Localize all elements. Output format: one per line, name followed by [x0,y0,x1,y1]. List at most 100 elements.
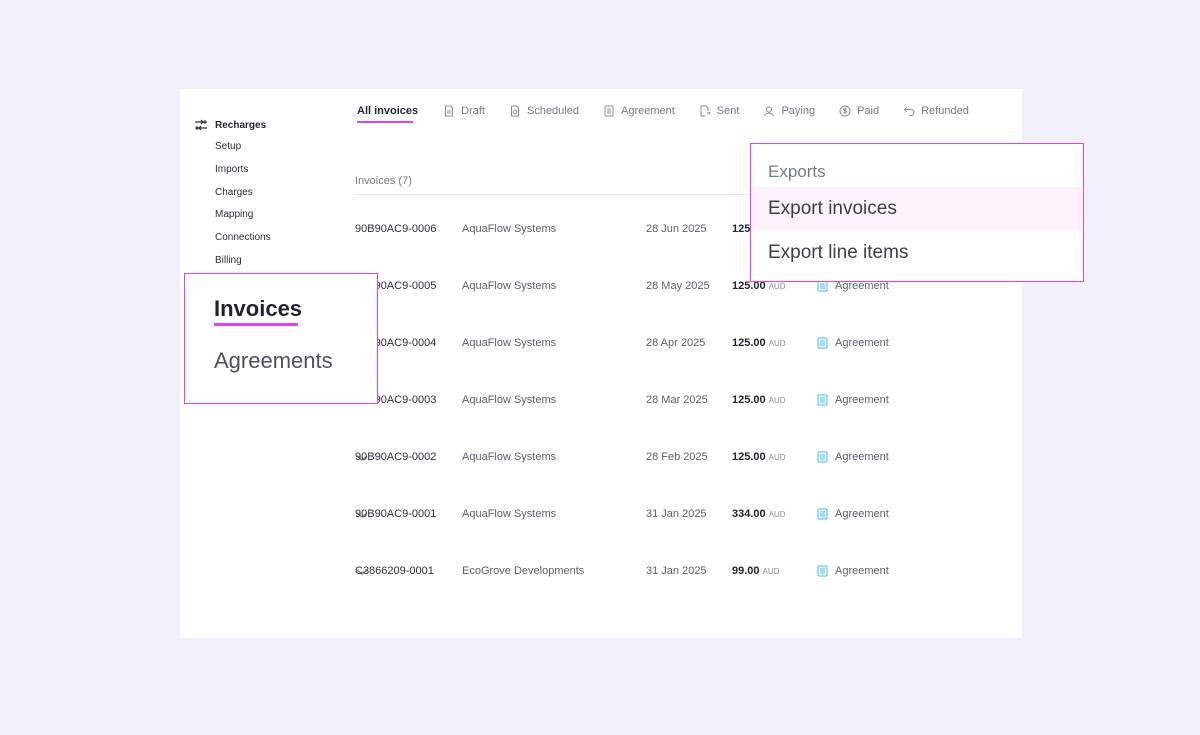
type-label: Agreement [835,451,889,463]
invoice-type: Agreement [817,337,889,349]
agreement-icon [817,565,828,577]
table-row[interactable]: 90B90AC9-0005 AquaFlow Systems 28 May 20… [355,280,955,300]
type-label: Agreement [835,565,889,577]
amount-value: 125.00 [732,337,766,349]
agreement-icon [817,451,828,463]
exports-menu: Exports Export invoices Export line item… [750,143,1084,282]
export-invoices-label: Export invoices [768,198,897,219]
table-row[interactable]: 90B90AC9-0003 AquaFlow Systems 28 Mar 20… [355,394,955,414]
amount-value: 125.00 [732,394,766,406]
amount-value: 125.00 [732,451,766,463]
invoice-date: 31 Jan 2025 [646,565,707,577]
nav-item-invoices[interactable]: Invoices [214,296,302,322]
sent-icon [700,105,711,117]
status-tabs: All invoices Draft Scheduled Agreement S… [357,103,969,119]
invoice-date: 28 Feb 2025 [646,451,708,463]
type-label: Agreement [835,337,889,349]
scheduled-document-icon [510,105,519,117]
invoice-date: 28 Jun 2025 [646,223,707,235]
currency: AUD [768,282,786,291]
amount-value: 125 [732,223,751,235]
agreement-icon [817,508,828,520]
invoice-id: 90B90AC9-0002 [355,451,437,463]
invoice-type: Agreement [817,394,889,406]
type-label: Agreement [835,394,889,406]
tab-label: Paid [857,105,880,117]
tab-label: Sent [716,105,740,117]
customer-name: AquaFlow Systems [462,280,557,292]
invoice-date: 28 Mar 2025 [646,394,708,406]
agreement-icon [604,105,614,117]
invoice-id: 90B90AC9-0006 [355,223,437,235]
customer-name: AquaFlow Systems [462,394,557,406]
sidebar-nav: Setup Imports Charges Mapping Connection… [215,141,271,278]
currency: AUD [768,510,786,519]
tab-label: All invoices [357,105,419,117]
table-row[interactable]: 90B90AC9-0004 AquaFlow Systems 28 Apr 20… [355,337,955,357]
amount-value: 334.00 [732,508,766,520]
invoice-date: 28 Apr 2025 [646,337,706,349]
table-row[interactable]: 90B90AC9-0002 AquaFlow Systems 28 Feb 20… [355,451,955,471]
invoice-id: C3866209-0001 [355,565,434,577]
export-invoices-option[interactable]: Export invoices [751,187,1082,230]
dollar-circle-icon [839,105,851,117]
customer-name: AquaFlow Systems [462,508,557,520]
customer-name: EcoGrove Developments [462,565,585,577]
invoice-date: 28 May 2025 [646,280,710,292]
tab-label: Paying [781,105,816,117]
invoice-count: Invoices (7) [355,175,412,187]
table-row[interactable]: C3866209-0001 EcoGrove Developments 31 J… [355,565,955,585]
sidebar-heading-label: Recharges [215,119,267,131]
amount-value: 99.00 [732,565,760,577]
invoice-amount: 125.00 AUD [732,394,786,406]
invoice-date: 31 Jan 2025 [646,508,707,520]
invoice-amount: 99.00 AUD [732,565,779,577]
active-tab-underline [357,121,413,123]
customer-name: AquaFlow Systems [462,223,557,235]
customer-name: AquaFlow Systems [462,451,557,463]
tab-label: Refunded [921,105,969,117]
invoice-amount: 125.00 AUD [732,451,786,463]
active-nav-underline [214,323,298,326]
invoice-amount: 334.00 AUD [732,508,786,520]
currency: AUD [762,567,780,576]
invoice-type: Agreement [817,508,889,520]
nav-zoom-callout: Invoices Agreements [184,273,378,404]
type-label: Agreement [835,508,889,520]
document-icon [445,105,454,117]
tab-label: Agreement [620,105,675,117]
export-line-items-option[interactable]: Export line items [768,242,908,264]
tab-paid[interactable]: Paid [839,103,879,119]
sidebar-item-charges[interactable]: Charges [215,187,271,210]
divider [355,194,755,195]
sidebar-item-mapping[interactable]: Mapping [215,209,271,232]
tab-scheduled[interactable]: Scheduled [509,103,579,119]
nav-item-agreements[interactable]: Agreements [214,348,333,374]
undo-icon [903,106,915,116]
tab-agreement[interactable]: Agreement [603,103,675,119]
sidebar-item-setup[interactable]: Setup [215,141,271,164]
tab-refunded[interactable]: Refunded [903,103,969,119]
currency: AUD [768,339,786,348]
tab-all-invoices[interactable]: All invoices [357,103,418,119]
sidebar-item-connections[interactable]: Connections [215,232,271,255]
sidebar-heading[interactable]: Recharges [194,119,266,131]
currency: AUD [768,453,786,462]
tab-draft[interactable]: Draft [443,103,485,119]
agreement-icon [817,394,828,406]
tab-label: Draft [461,105,485,117]
sidebar-item-imports[interactable]: Imports [215,164,271,187]
currency: AUD [768,396,786,405]
tab-sent[interactable]: Sent [699,103,740,119]
tab-label: Scheduled [526,105,579,117]
table-row[interactable]: 90B90AC9-0001 AquaFlow Systems 31 Jan 20… [355,508,955,528]
invoice-amount: 125 [732,223,750,235]
customer-name: AquaFlow Systems [462,337,557,349]
exports-heading: Exports [768,162,826,181]
recharges-icon [195,119,207,131]
invoice-amount: 125.00 AUD [732,337,786,349]
tab-paying[interactable]: Paying [763,103,815,119]
invoice-type: Agreement [817,565,889,577]
invoice-id: 90B90AC9-0001 [355,508,437,520]
invoice-type: Agreement [817,451,889,463]
